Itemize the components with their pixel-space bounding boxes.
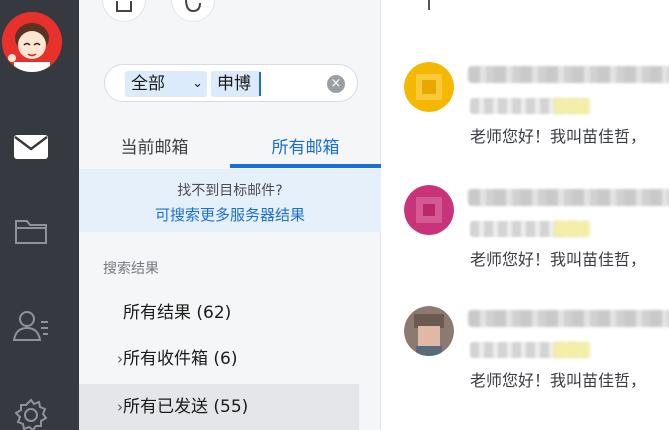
- search-panel: 全部 ⌄ 申博 × 当前邮箱 所有邮箱 找不到目标邮件? 可搜索更多服务器结果 …: [79, 0, 381, 430]
- mail-list: 老师您好！我叫苗佳哲， 老师您好！我叫苗佳哲， 老师您好！我叫苗佳哲，: [382, 0, 669, 430]
- avatar: [404, 185, 454, 235]
- avatar: [404, 306, 454, 356]
- search-scope-label: 全部: [131, 74, 165, 94]
- search-scope-select[interactable]: 全部 ⌄: [125, 71, 207, 97]
- result-item-inbox[interactable]: › 所有收件箱 (6): [79, 336, 359, 382]
- mail-snippet: 老师您好！我叫苗佳哲，: [470, 371, 647, 390]
- server-search-hint: 找不到目标邮件? 可搜索更多服务器结果: [79, 169, 381, 232]
- clear-icon[interactable]: ×: [327, 75, 345, 93]
- results-section-title: 搜索结果: [103, 261, 159, 277]
- chevron-down-icon: ⌄: [192, 76, 203, 91]
- sender-redacted: [468, 310, 669, 327]
- avatar: [404, 62, 454, 112]
- mail-snippet: 老师您好！我叫苗佳哲，: [470, 250, 647, 269]
- folder-icon[interactable]: [12, 212, 50, 250]
- sender-redacted: [468, 66, 669, 83]
- result-label: 所有已发送 (55): [123, 397, 249, 417]
- hint-text: 找不到目标邮件?: [177, 183, 283, 199]
- result-label: 所有收件箱 (6): [123, 349, 238, 369]
- share-button[interactable]: [102, 0, 146, 22]
- left-rail: [0, 0, 79, 430]
- subject-redacted: [470, 221, 588, 237]
- share-icon: [116, 1, 132, 12]
- mail-icon[interactable]: [12, 128, 50, 166]
- avatar[interactable]: [2, 12, 62, 72]
- text-caret: [259, 72, 261, 96]
- search-server-link[interactable]: 可搜索更多服务器结果: [79, 204, 381, 225]
- result-item-sent[interactable]: › 所有已发送 (55): [79, 384, 359, 430]
- scroll-marker: [428, 0, 430, 10]
- contacts-icon[interactable]: [12, 306, 50, 344]
- list-item[interactable]: 老师您好！我叫苗佳哲，: [382, 62, 669, 172]
- notification-dot: [51, 12, 62, 22]
- tab-all-mailboxes[interactable]: 所有邮箱: [230, 132, 381, 168]
- sender-redacted: [468, 189, 669, 206]
- refresh-icon: [185, 0, 201, 13]
- search-input[interactable]: 全部 ⌄ 申博 ×: [104, 64, 358, 102]
- search-term-label: 申博: [217, 74, 251, 94]
- subject-redacted: [470, 342, 588, 358]
- list-item[interactable]: 老师您好！我叫苗佳哲，: [382, 306, 669, 416]
- search-term-chip[interactable]: 申博: [211, 71, 261, 97]
- refresh-button[interactable]: [171, 0, 215, 22]
- subject-redacted: [470, 98, 588, 114]
- tab-current-mailbox[interactable]: 当前邮箱: [79, 132, 230, 168]
- result-item-all[interactable]: 所有结果 (62): [79, 290, 359, 336]
- mail-snippet: 老师您好！我叫苗佳哲，: [470, 127, 647, 146]
- list-item[interactable]: 老师您好！我叫苗佳哲，: [382, 185, 669, 295]
- result-label: 所有结果 (62): [123, 303, 232, 323]
- settings-icon[interactable]: [12, 396, 50, 430]
- mailbox-tabs: 当前邮箱 所有邮箱: [79, 132, 381, 168]
